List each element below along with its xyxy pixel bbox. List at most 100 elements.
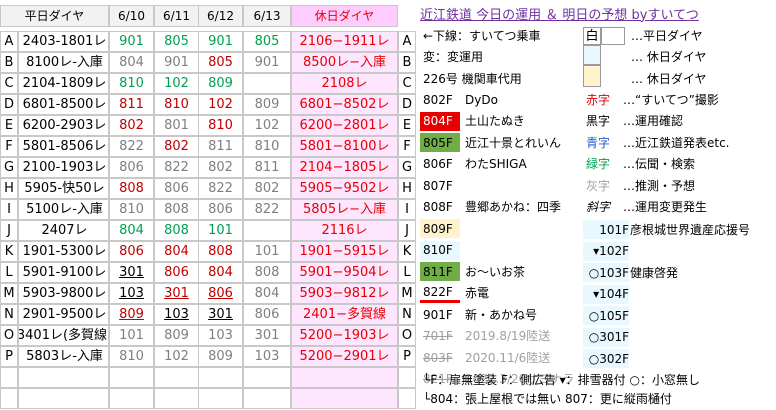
row-vehicle: 811 bbox=[198, 136, 243, 157]
row-vehicle: 809 bbox=[109, 304, 154, 325]
row-vehicle: 810 bbox=[243, 136, 291, 157]
fleet-name bbox=[462, 219, 580, 238]
legend-color-desc: …運用確認 bbox=[623, 114, 684, 128]
row-letter-right: B bbox=[398, 52, 416, 73]
legend-color-desc: …近江鉄道発表etc. bbox=[623, 135, 730, 150]
legend-substitute: 226号 機関車代用 bbox=[423, 72, 522, 86]
empty-cell bbox=[154, 367, 199, 388]
row-vehicle: 301 bbox=[243, 325, 291, 346]
row-letter-right: K bbox=[398, 241, 416, 262]
row-letter: E bbox=[0, 115, 18, 136]
row-vehicle: 802 bbox=[198, 157, 243, 178]
fleet-number: 701F bbox=[420, 326, 460, 346]
fleet-number: 805F bbox=[420, 133, 460, 152]
row-vehicle: 103 bbox=[154, 304, 199, 325]
row-letter: C bbox=[0, 73, 18, 94]
legend-color-key: 赤字 bbox=[586, 92, 611, 107]
row-vehicle: 805 bbox=[198, 52, 243, 73]
row-letter-right: H bbox=[398, 178, 416, 199]
footer-line1: └F：扉無塗装 F：側広告 ▾：排雪器付 ○：小窓無し bbox=[423, 372, 700, 387]
row-dia: 6801-8500レ bbox=[18, 94, 109, 115]
row-letter-right: N bbox=[398, 304, 416, 325]
legend-color-key: 青字 bbox=[586, 135, 611, 150]
fleet-number: 901F bbox=[420, 305, 460, 324]
row-holiday: 2116レ bbox=[291, 220, 398, 241]
row-letter-right: J bbox=[398, 220, 416, 241]
row-letter-right: P bbox=[398, 346, 416, 367]
fleet-right-item: 101F bbox=[583, 220, 629, 239]
row-vehicle: 103 bbox=[198, 325, 243, 346]
row-dia: 2407レ bbox=[18, 220, 109, 241]
header-holiday-label: 休日ダイヤ bbox=[291, 5, 398, 27]
row-vehicle: 301 bbox=[154, 283, 199, 304]
fleet-name: 近江十景とれいん bbox=[465, 135, 562, 150]
row-dia: 8100レ-入庫 bbox=[18, 52, 109, 73]
legend-swatch-holiday2 bbox=[583, 65, 601, 87]
row-letter: F bbox=[0, 136, 18, 157]
row-vehicle: 102 bbox=[154, 346, 199, 367]
row-vehicle: 808 bbox=[109, 178, 154, 199]
fleet-name: 土山たぬき bbox=[465, 114, 525, 128]
fleet-name: 2020.11/6陸送 bbox=[465, 350, 551, 365]
header-date-0: 6/10 bbox=[109, 5, 154, 27]
legend-color-key: 斜字 bbox=[586, 200, 611, 214]
row-holiday: 5200−2901レ bbox=[291, 346, 398, 367]
row-holiday: 5905−9502レ bbox=[291, 178, 398, 199]
fleet-name: わたSHIGA bbox=[465, 157, 527, 171]
row-vehicle: 301 bbox=[198, 304, 243, 325]
row-vehicle: 102 bbox=[198, 94, 243, 115]
fleet-number: 803F bbox=[420, 348, 460, 367]
row-letter: N bbox=[0, 304, 18, 325]
legend-white-label: 白 bbox=[583, 27, 601, 45]
empty-cell bbox=[198, 367, 243, 388]
empty-cell bbox=[398, 388, 416, 409]
fleet-number: 807F bbox=[420, 176, 460, 195]
fleet-name: 新・あかね号 bbox=[465, 307, 538, 322]
row-holiday: 2108レ bbox=[291, 73, 398, 94]
row-vehicle: 101 bbox=[198, 220, 243, 241]
empty-cell bbox=[18, 367, 109, 388]
legend-color-desc: …伝聞・検索 bbox=[623, 157, 696, 171]
empty-cell bbox=[0, 367, 18, 388]
row-letter: I bbox=[0, 199, 18, 220]
empty-cell bbox=[0, 388, 18, 409]
row-vehicle: 822 bbox=[243, 199, 291, 220]
row-letter: D bbox=[0, 94, 18, 115]
empty-cell bbox=[243, 388, 291, 409]
row-letter-right: L bbox=[398, 262, 416, 283]
header-date-2: 6/12 bbox=[198, 5, 243, 27]
row-vehicle: 804 bbox=[109, 220, 154, 241]
legend-swatch-weekday-text: …平日ダイヤ bbox=[631, 29, 703, 43]
row-vehicle: 810 bbox=[198, 115, 243, 136]
row-vehicle: 102 bbox=[154, 73, 199, 94]
fleet-number: 810F bbox=[420, 240, 460, 260]
row-holiday: 5901−9504レ bbox=[291, 262, 398, 283]
fleet-right-item: ○302F bbox=[583, 349, 629, 368]
fleet-name bbox=[462, 241, 580, 260]
row-vehicle: 811 bbox=[243, 157, 291, 178]
row-letter: A bbox=[0, 31, 18, 52]
fleet-right-item: ▾102F bbox=[583, 241, 629, 261]
row-holiday: 5801−8100レ bbox=[291, 136, 398, 157]
row-vehicle: 822 bbox=[198, 178, 243, 199]
legend-swatch-holiday1 bbox=[583, 45, 601, 65]
row-vehicle: 103 bbox=[243, 346, 291, 367]
fleet-number: 822F bbox=[420, 283, 460, 303]
legend-underline: ←下線：すいてつ乗車 bbox=[423, 29, 541, 43]
row-vehicle: 809 bbox=[243, 94, 291, 115]
page-title: 近江鉄道 今日の運用 ＆ 明日の予想 byすいてつ bbox=[420, 7, 699, 23]
row-vehicle: 808 bbox=[154, 199, 199, 220]
row-holiday: 1901−5915レ bbox=[291, 241, 398, 262]
row-vehicle: 804 bbox=[243, 283, 291, 304]
row-vehicle: 810 bbox=[109, 346, 154, 367]
row-dia: 5801-8506レ bbox=[18, 136, 109, 157]
legend-color-desc: …運用変更発生 bbox=[623, 200, 708, 214]
legend-color-desc: …推測・予想 bbox=[623, 178, 696, 193]
row-vehicle: 808 bbox=[154, 220, 199, 241]
empty-cell bbox=[291, 388, 398, 409]
row-dia: 5903-9800レ bbox=[18, 283, 109, 304]
row-vehicle: 805 bbox=[243, 31, 291, 52]
row-vehicle: 101 bbox=[243, 241, 291, 262]
operations-grid: 平日ダイヤ 6/10 6/11 6/12 6/13 休日ダイヤ 近江鉄道 今日の運用 ＆ 明… bbox=[0, 0, 776, 410]
fleet-name: 2019.8/19陸送 bbox=[465, 329, 551, 343]
